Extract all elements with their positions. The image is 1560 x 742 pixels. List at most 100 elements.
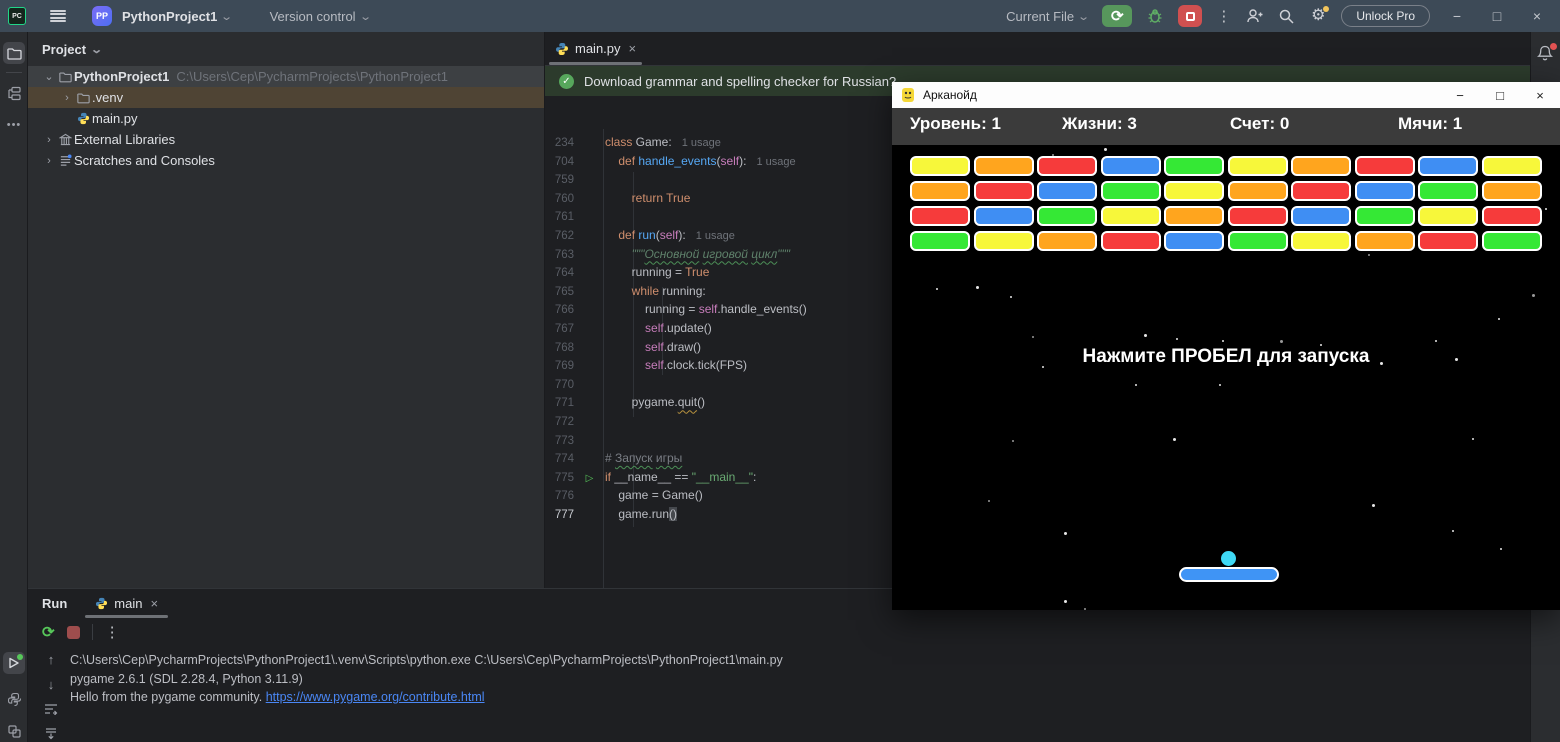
line-number[interactable]: 763 xyxy=(545,246,574,265)
more-actions-button[interactable]: ⋮ xyxy=(1216,7,1231,25)
game-window-title-bar[interactable]: Арканойд − □ × xyxy=(892,82,1560,108)
code-token: self xyxy=(699,302,718,316)
python-console-tool-button[interactable] xyxy=(3,688,25,710)
game-minimize-button[interactable]: − xyxy=(1440,82,1480,108)
code-token: def xyxy=(618,228,635,242)
project-selector[interactable]: PythonProject1 ⌄ xyxy=(122,9,232,24)
code-with-me-button[interactable] xyxy=(1245,7,1263,25)
line-number[interactable]: 772 xyxy=(545,413,574,432)
chevron-right-icon[interactable]: › xyxy=(42,155,56,167)
project-panel-header[interactable]: Project ⌄ xyxy=(28,32,544,66)
line-number[interactable]: 771 xyxy=(545,394,574,413)
main-menu-icon[interactable] xyxy=(50,10,66,22)
notification-dot xyxy=(1550,43,1557,50)
tree-item-external-libraries[interactable]: ›External Libraries xyxy=(28,129,544,150)
line-number[interactable]: 704 xyxy=(545,153,574,172)
line-number[interactable]: 760 xyxy=(545,190,574,209)
line-number[interactable]: 770 xyxy=(545,376,574,395)
code-token: ): xyxy=(678,228,685,242)
console-rerun-button[interactable]: ⟳ xyxy=(42,623,55,641)
library-icon xyxy=(59,133,72,146)
brick xyxy=(1355,231,1415,251)
search-everywhere-button[interactable] xyxy=(1277,7,1295,25)
window-close-button[interactable]: × xyxy=(1524,8,1550,24)
line-number[interactable]: 774 xyxy=(545,450,574,469)
run-line-arrow-icon[interactable]: ▷ xyxy=(586,473,594,484)
brick xyxy=(1418,206,1478,226)
line-number[interactable]: 764 xyxy=(545,264,574,283)
run-tab-close-icon[interactable]: × xyxy=(150,596,158,611)
tree-item-main-py[interactable]: main.py xyxy=(28,108,544,129)
chevron-down-icon[interactable]: ⌄ xyxy=(42,70,56,83)
line-number[interactable]: 234 xyxy=(545,134,574,153)
line-number[interactable]: 767 xyxy=(545,320,574,339)
brick xyxy=(1291,156,1351,176)
vcs-selector-label: Version control xyxy=(270,9,356,24)
tree-item--venv[interactable]: ›.venv xyxy=(28,87,544,108)
line-number[interactable]: 762 xyxy=(545,227,574,246)
game-close-button[interactable]: × xyxy=(1520,82,1560,108)
console-output[interactable]: C:\Users\Cep\PycharmProjects\PythonProje… xyxy=(70,651,1520,742)
star xyxy=(988,500,990,502)
run-gutter-icon[interactable]: ▷ xyxy=(574,468,605,489)
debug-button[interactable] xyxy=(1146,7,1164,25)
game-window-title: Арканойд xyxy=(923,88,977,102)
star xyxy=(1064,532,1067,535)
unlock-pro-button[interactable]: Unlock Pro xyxy=(1341,5,1430,27)
structure-tool-button[interactable] xyxy=(3,82,25,104)
console-stop-button[interactable] xyxy=(67,626,80,639)
line-number[interactable]: 773 xyxy=(545,432,574,451)
run-tool-button[interactable] xyxy=(3,652,25,674)
scroll-to-end-button[interactable] xyxy=(43,726,59,742)
code-token: Game: xyxy=(632,135,671,149)
tab-close-icon[interactable]: × xyxy=(629,41,637,56)
line-number[interactable]: 776 xyxy=(545,487,574,506)
code-token xyxy=(605,228,618,242)
usage-hint[interactable]: 1 usage xyxy=(696,230,735,242)
line-number[interactable]: 765 xyxy=(545,283,574,302)
line-number[interactable]: 759 xyxy=(545,171,574,190)
tab-main-py[interactable]: main.py × xyxy=(545,32,646,65)
brick xyxy=(1037,181,1097,201)
line-number[interactable]: 766 xyxy=(545,301,574,320)
line-number[interactable]: 761 xyxy=(545,208,574,227)
chevron-right-icon[interactable]: › xyxy=(60,92,74,104)
brick xyxy=(1101,181,1161,201)
check-icon: ✓ xyxy=(559,74,574,89)
code-token xyxy=(605,247,632,261)
window-minimize-button[interactable]: − xyxy=(1444,8,1470,24)
notifications-button[interactable] xyxy=(1536,44,1556,64)
usage-hint[interactable]: 1 usage xyxy=(682,137,721,149)
console-link[interactable]: https://www.pygame.org/contribute.html xyxy=(266,690,485,704)
rerun-button[interactable]: ⟳ xyxy=(1102,5,1132,27)
prev-occurrence-button[interactable]: ↑ xyxy=(43,651,59,667)
line-number[interactable]: 768 xyxy=(545,339,574,358)
chevron-right-icon[interactable]: › xyxy=(42,134,56,146)
project-tool-button[interactable] xyxy=(3,42,25,64)
line-number[interactable]: 769 xyxy=(545,357,574,376)
run-tab-main[interactable]: main × xyxy=(83,589,170,617)
settings-button[interactable]: ⚙ xyxy=(1309,7,1327,25)
code-token: """ xyxy=(632,247,645,261)
tree-item-scratches-and-consoles[interactable]: ›Scratches and Consoles xyxy=(28,150,544,171)
line-number[interactable]: 777 xyxy=(545,506,574,525)
more-tool-windows-button[interactable]: ••• xyxy=(3,114,25,136)
services-tool-button[interactable] xyxy=(3,720,25,742)
editor-tab-bar: main.py × xyxy=(545,32,1530,66)
stop-button[interactable] xyxy=(1178,5,1202,27)
project-avatar[interactable]: PP xyxy=(92,6,112,26)
vcs-selector[interactable]: Version control ⌄ xyxy=(270,9,370,24)
window-restore-button[interactable]: □ xyxy=(1484,8,1510,24)
next-occurrence-button[interactable]: ↓ xyxy=(43,676,59,692)
usage-hint[interactable]: 1 usage xyxy=(756,156,795,168)
run-config-selector[interactable]: Current File ⌄ xyxy=(1006,9,1088,24)
console-more-button[interactable]: ⋮ xyxy=(105,623,120,641)
game-maximize-button[interactable]: □ xyxy=(1480,82,1520,108)
game-canvas[interactable]: Уровень: 1Жизни: 3Счет: 0Мячи: 1 Нажмите… xyxy=(892,108,1560,610)
tree-item-pythonproject1[interactable]: ⌄PythonProject1C:\Users\Cep\PycharmProje… xyxy=(28,66,544,87)
code-token: while xyxy=(632,284,659,298)
line-number[interactable]: 775 xyxy=(545,469,574,488)
star xyxy=(1173,438,1176,441)
soft-wrap-button[interactable] xyxy=(43,701,59,717)
console-gutter: ↑ ↓ xyxy=(34,651,68,742)
